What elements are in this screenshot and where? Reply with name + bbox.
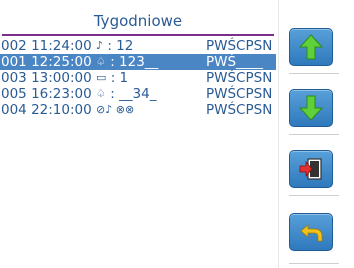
list-item[interactable]: 002 11:24:00 ♪ : 12 PWŚCPSN — [0, 38, 276, 54]
schedule-panel: Tygodniowe 002 11:24:00 ♪ : 12 PWŚCPSN 001… — [0, 0, 276, 268]
exit-button[interactable] — [289, 150, 333, 188]
entry-days: PWŚCPSN — [206, 102, 273, 118]
entry-value: : 123__ — [110, 54, 159, 70]
arrow-down-icon — [299, 95, 323, 121]
list-item[interactable]: 005 16:23:00 ♤ : __34_ PWŚCPSN — [0, 86, 276, 102]
return-arrow-icon — [300, 224, 323, 242]
move-up-button[interactable] — [289, 28, 333, 66]
muted-icons: ⊘♪ ⊗⊗ — [96, 103, 135, 116]
arrow-up-icon — [299, 34, 323, 60]
schedule-entry-text: 005 16:23:00 ♤ : __34_ — [1, 86, 156, 102]
button-separator — [289, 263, 339, 264]
list-item[interactable]: 001 12:25:00 ♤ : 123__ PWŚ____ — [0, 54, 276, 70]
list-item[interactable]: 004 22:10:00 ⊘♪ ⊗⊗ PWŚCPSN — [0, 102, 276, 118]
entry-time: 11:24:00 — [31, 38, 92, 54]
entry-days: PWŚCPSN — [206, 38, 273, 54]
entry-time: 13:00:00 — [31, 70, 92, 86]
title-divider — [2, 34, 274, 36]
schedule-list[interactable]: 002 11:24:00 ♪ : 12 PWŚCPSN 001 12:25:00 ♤… — [0, 38, 276, 118]
entry-id: 002 — [1, 38, 27, 54]
bell-icon: ♤ — [96, 55, 106, 68]
entry-value: : 12 — [107, 38, 134, 54]
entry-time: 12:25:00 — [31, 54, 92, 70]
door-exit-icon — [299, 158, 322, 180]
list-item[interactable]: 003 13:00:00 ▭ : 1 PWŚCPSN — [0, 70, 276, 86]
button-separator — [289, 195, 339, 196]
page-title: Tygodniowe — [93, 12, 183, 30]
entry-time: 16:23:00 — [31, 86, 92, 102]
entry-time: 22:10:00 — [31, 102, 92, 118]
schedule-entry-text: 001 12:25:00 ♤ : 123__ — [1, 54, 158, 70]
button-separator — [289, 134, 339, 135]
entry-id: 004 — [1, 102, 27, 118]
schedule-entry-text: 003 13:00:00 ▭ : 1 — [1, 70, 128, 86]
display-icon: ▭ — [96, 71, 107, 84]
entry-days: PWŚ____ — [206, 54, 264, 70]
entry-id: 003 — [1, 70, 27, 86]
entry-id: 001 — [1, 54, 27, 70]
back-button[interactable] — [289, 213, 333, 251]
schedule-entry-text: 002 11:24:00 ♪ : 12 — [1, 38, 133, 54]
move-down-button[interactable] — [289, 89, 333, 127]
bell-icon: ♤ — [96, 87, 106, 100]
entry-value: : 1 — [110, 70, 129, 86]
entry-id: 005 — [1, 86, 27, 102]
entry-value: : __34_ — [110, 86, 157, 102]
entry-days: PWŚCPSN — [206, 70, 273, 86]
button-separator — [289, 73, 339, 74]
music-note-icon: ♪ — [96, 39, 104, 52]
sidebar-divider — [278, 0, 279, 268]
schedule-entry-text: 004 22:10:00 ⊘♪ ⊗⊗ — [1, 102, 134, 118]
entry-days: PWŚCPSN — [206, 86, 273, 102]
